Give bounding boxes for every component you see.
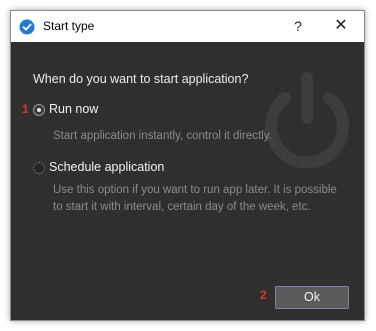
ok-button[interactable]: Ok: [275, 286, 349, 309]
schedule-application-label[interactable]: Schedule application: [49, 160, 164, 174]
help-button[interactable]: ?: [287, 15, 309, 37]
schedule-application-radio[interactable]: [33, 162, 45, 174]
run-now-description: Start application instantly, control it …: [53, 130, 272, 142]
title-bar: Start type ? ✕: [11, 11, 364, 42]
question-label: When do you want to start application?: [33, 72, 249, 86]
dialog-content: When do you want to start application? 1…: [11, 42, 364, 320]
annotation-marker-2: 2: [260, 288, 267, 302]
start-type-dialog: Start type ? ✕ When do you want to start…: [10, 10, 365, 321]
power-icon: [247, 60, 364, 180]
window-title: Start type: [43, 19, 95, 33]
schedule-application-description: Use this option if you want to run app l…: [53, 184, 337, 213]
run-now-label[interactable]: Run now: [49, 102, 98, 116]
annotation-marker-1: 1: [22, 102, 29, 116]
close-button[interactable]: ✕: [327, 15, 355, 37]
run-now-radio[interactable]: [33, 104, 45, 116]
check-shield-icon: [19, 19, 35, 35]
